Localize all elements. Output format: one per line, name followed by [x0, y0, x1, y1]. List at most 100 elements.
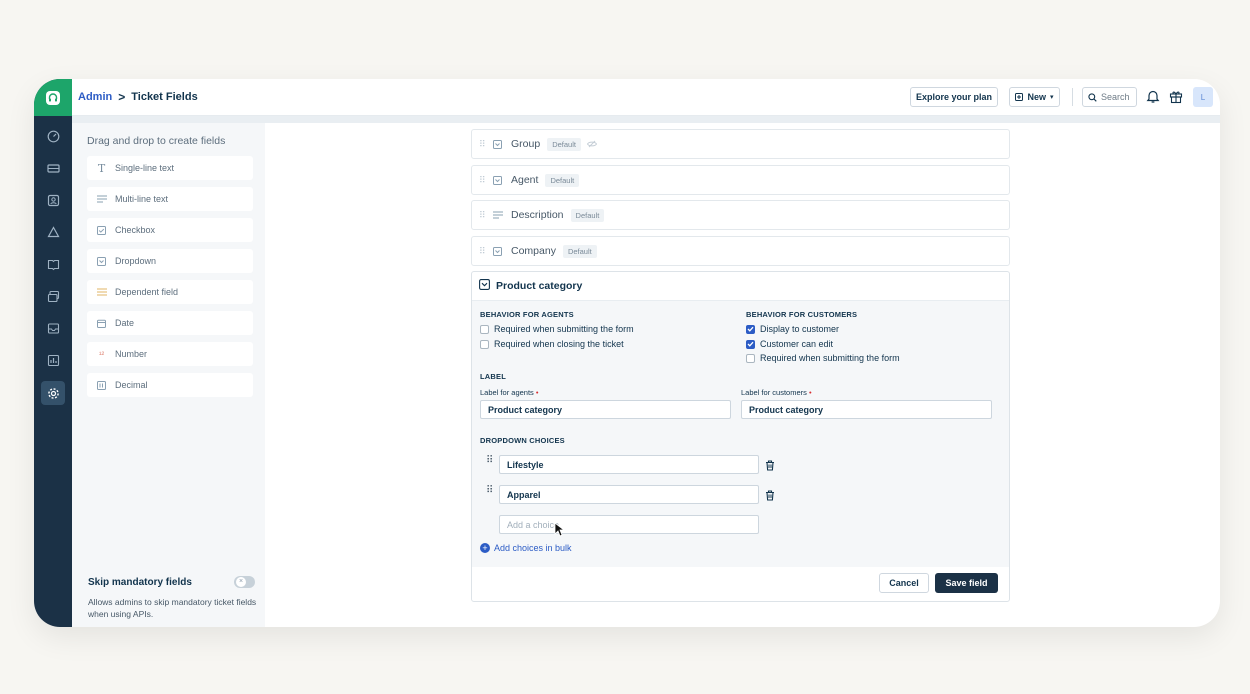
field-editor: Product category BEHAVIOR FOR AGENTS Req… — [471, 271, 1010, 602]
drag-handle-icon[interactable]: ⠿ — [479, 211, 486, 220]
checkbox-checked-icon — [746, 339, 755, 349]
customers-behavior-heading: BEHAVIOR FOR CUSTOMERS — [746, 310, 858, 319]
reports-inbox-icon[interactable] — [41, 316, 65, 340]
editor-header: Product category — [472, 272, 1009, 301]
palette-item-label: Date — [115, 318, 135, 328]
analytics-icon[interactable] — [41, 348, 65, 372]
checkbox-unchecked-icon — [746, 353, 755, 363]
brand-logo[interactable] — [34, 79, 72, 116]
solutions-icon[interactable] — [41, 252, 65, 276]
editor-body: BEHAVIOR FOR AGENTS Required when submit… — [472, 301, 1009, 567]
choice-drag-handle-icon[interactable]: ⠿ — [486, 486, 494, 501]
field-row-group[interactable]: ⠿ Group Default — [471, 129, 1010, 159]
checkbox-label: Display to customer — [760, 324, 840, 334]
choice-input-lifestyle[interactable]: Lifestyle — [499, 455, 759, 474]
groups-icon[interactable] — [41, 220, 65, 244]
explore-plan-button[interactable]: Explore your plan — [910, 87, 998, 107]
nav-rail — [34, 79, 72, 627]
checkbox-label: Required when closing the ticket — [494, 339, 624, 349]
palette-item-decimal[interactable]: Decimal — [87, 373, 253, 397]
palette-item-dropdown[interactable]: Dropdown — [87, 249, 253, 273]
palette-item-multi-line-text[interactable]: Multi-line text — [87, 187, 253, 211]
calendar-icon — [95, 317, 108, 330]
palette-item-label: Checkbox — [115, 225, 156, 235]
dropdown-icon — [492, 139, 503, 150]
page-title: Ticket Fields — [131, 91, 198, 103]
label-for-agents-caption: Label for agents • — [480, 388, 539, 397]
checkbox-label: Required when submitting the form — [494, 324, 634, 334]
header-divider — [1072, 88, 1073, 106]
breadcrumb-admin-link[interactable]: Admin — [78, 91, 112, 103]
number-icon: ¹² — [98, 349, 105, 359]
palette-item-checkbox[interactable]: Checkbox — [87, 218, 253, 242]
palette-item-label: Multi-line text — [115, 194, 169, 204]
field-row-description[interactable]: ⠿ Description Default — [471, 200, 1010, 230]
breadcrumb: Admin > Ticket Fields — [78, 90, 198, 104]
checkbox-label: Customer can edit — [760, 339, 834, 349]
choice-drag-handle-icon[interactable]: ⠿ — [486, 456, 494, 471]
add-choices-bulk-label: Add choices in bulk — [494, 543, 572, 553]
display-to-customer-checkbox[interactable]: Display to customer — [746, 324, 839, 334]
palette-item-label: Dependent field — [115, 287, 179, 297]
field-row-company[interactable]: ⠿ Company Default — [471, 236, 1010, 266]
avatar[interactable]: L — [1193, 87, 1213, 107]
top-header: Admin > Ticket Fields Explore your plan … — [72, 79, 1220, 116]
add-choice-input[interactable]: Add a choice — [499, 515, 759, 534]
checkbox-label: Required when submitting the form — [760, 353, 900, 363]
trash-icon[interactable] — [765, 488, 775, 501]
palette-item-label: Dropdown — [115, 256, 157, 266]
default-badge: Default — [562, 244, 597, 258]
dependent-icon — [95, 286, 108, 299]
add-choices-bulk-link[interactable]: + Add choices in bulk — [480, 543, 572, 553]
new-button-label: New — [1027, 92, 1046, 102]
cancel-button[interactable]: Cancel — [879, 573, 929, 593]
required-mark: • — [535, 388, 539, 397]
label-for-customers-input[interactable]: Product category — [741, 400, 992, 419]
label-for-customers-text: Label for customers — [741, 388, 807, 397]
trash-icon[interactable] — [765, 458, 775, 471]
field-row-agent[interactable]: ⠿ Agent Default — [471, 165, 1010, 195]
search-icon — [1088, 92, 1097, 102]
palette-item-label: Single-line text — [115, 163, 175, 173]
palette-item-date[interactable]: Date — [87, 311, 253, 335]
default-badge: Default — [570, 208, 605, 222]
editor-title: Product category — [496, 280, 583, 292]
forums-icon[interactable] — [41, 284, 65, 308]
save-field-button[interactable]: Save field — [935, 573, 998, 593]
tickets-icon[interactable] — [41, 156, 65, 180]
skip-mandatory-toggle[interactable] — [234, 576, 255, 588]
new-plus-box-icon — [1015, 93, 1024, 101]
drag-handle-icon[interactable]: ⠿ — [479, 140, 486, 149]
customer-can-edit-checkbox[interactable]: Customer can edit — [746, 339, 833, 349]
notifications-bell-icon[interactable] — [1146, 89, 1160, 109]
palette-item-number[interactable]: ¹² Number — [87, 342, 253, 366]
new-button[interactable]: New ▾ — [1009, 87, 1060, 107]
palette-item-label: Decimal — [115, 380, 148, 390]
gift-icon[interactable] — [1169, 89, 1183, 109]
label-for-agents-text: Label for agents — [480, 388, 534, 397]
admin-gear-icon[interactable] — [41, 381, 65, 405]
paragraph-icon — [492, 210, 503, 221]
choice-input-apparel[interactable]: Apparel — [499, 485, 759, 504]
dropdown-icon — [479, 277, 490, 295]
palette-item-single-line-text[interactable]: T Single-line text — [87, 156, 253, 180]
agent-required-submit-checkbox[interactable]: Required when submitting the form — [480, 324, 634, 334]
headset-logo-icon — [46, 90, 60, 105]
text-icon: T — [97, 161, 106, 175]
skip-mandatory-description: Allows admins to skip mandatory ticket f… — [88, 597, 257, 619]
field-name: Agent — [511, 174, 539, 186]
drag-handle-icon[interactable]: ⠿ — [479, 176, 486, 185]
customer-required-submit-checkbox[interactable]: Required when submitting the form — [746, 353, 900, 363]
dashboard-icon[interactable] — [41, 124, 65, 148]
checkbox-icon — [95, 224, 108, 237]
label-for-agents-input[interactable]: Product category — [480, 400, 731, 419]
search-input[interactable]: Search — [1082, 87, 1137, 107]
skip-mandatory-title: Skip mandatory fields — [88, 577, 192, 588]
palette-item-dependent-field[interactable]: Dependent field — [87, 280, 253, 304]
skip-mandatory-section: Skip mandatory fields Allows admins to s… — [72, 569, 265, 627]
drag-handle-icon[interactable]: ⠿ — [479, 247, 486, 256]
palette-title: Drag and drop to create fields — [87, 135, 226, 147]
field-name: Company — [511, 245, 556, 257]
agent-required-close-checkbox[interactable]: Required when closing the ticket — [480, 339, 624, 349]
contacts-icon[interactable] — [41, 188, 65, 212]
